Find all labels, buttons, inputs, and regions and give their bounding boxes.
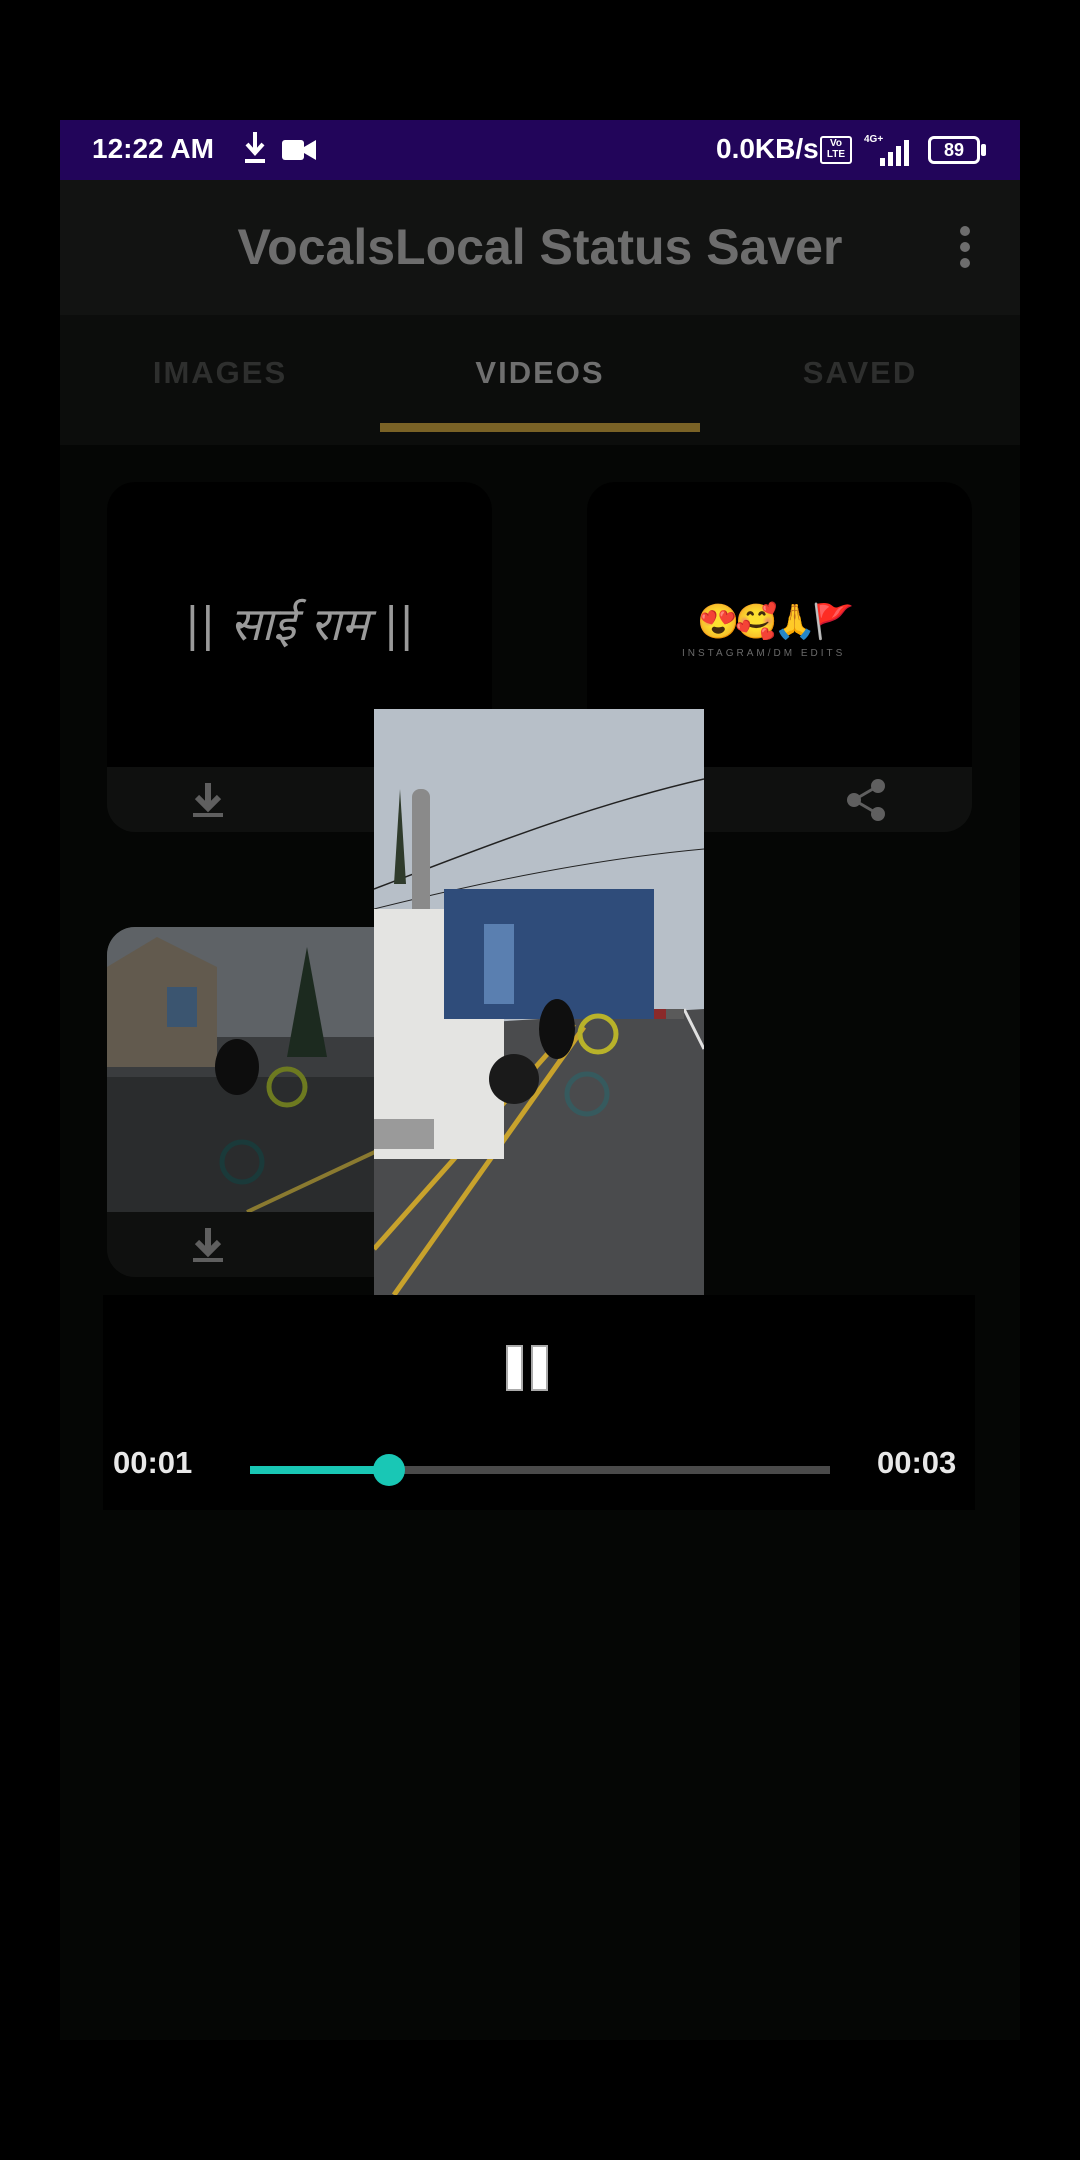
thumbnail-caption: INSTAGRAM/DM EDITS (682, 648, 846, 659)
status-bar: 12:22 AM 0.0KB/s Vo LTE 4G+ 89 (60, 120, 1020, 180)
seek-thumb[interactable] (373, 1454, 406, 1486)
more-vert-icon[interactable] (950, 220, 980, 280)
truck-bike-video-frame (374, 709, 704, 1295)
thumbnail-text: || साई राम || (184, 597, 415, 651)
signal-strength-icon: 4G+ (864, 134, 909, 166)
battery-tip (981, 144, 986, 156)
seek-bar[interactable] (250, 1454, 830, 1486)
battery-level: 89 (928, 136, 980, 164)
network-speed: 0.0KB/s (716, 133, 819, 164)
video-player-controls: 00:01 00:03 (103, 1295, 975, 1510)
download-status-icon (245, 132, 265, 163)
volte-icon: Vo LTE (820, 136, 852, 164)
share-icon[interactable] (842, 775, 892, 825)
current-time: 00:01 (113, 1445, 193, 1480)
status-time: 12:22 AM (92, 133, 214, 164)
thumbnail-emojis: 😍🥰🙏🚩 (697, 603, 854, 641)
tab-saved[interactable]: SAVED (700, 315, 1020, 445)
seek-progress (250, 1466, 390, 1474)
video-preview[interactable] (374, 709, 704, 1295)
app-bar: VocalsLocal Status Saver (60, 180, 1020, 315)
download-icon[interactable] (183, 775, 233, 825)
network-type-label: 4G+ (864, 134, 883, 145)
tab-indicator (380, 423, 700, 432)
video-camera-icon (282, 140, 316, 160)
tab-images[interactable]: IMAGES (60, 315, 380, 445)
pause-icon[interactable] (504, 1345, 552, 1393)
duration-time: 00:03 (877, 1445, 957, 1480)
app-title: VocalsLocal Status Saver (237, 219, 843, 275)
battery-icon: 89 (928, 136, 986, 164)
phone-screen: 12:22 AM 0.0KB/s Vo LTE 4G+ 89 VocalsLoc… (60, 120, 1020, 2040)
download-icon[interactable] (183, 1220, 233, 1270)
